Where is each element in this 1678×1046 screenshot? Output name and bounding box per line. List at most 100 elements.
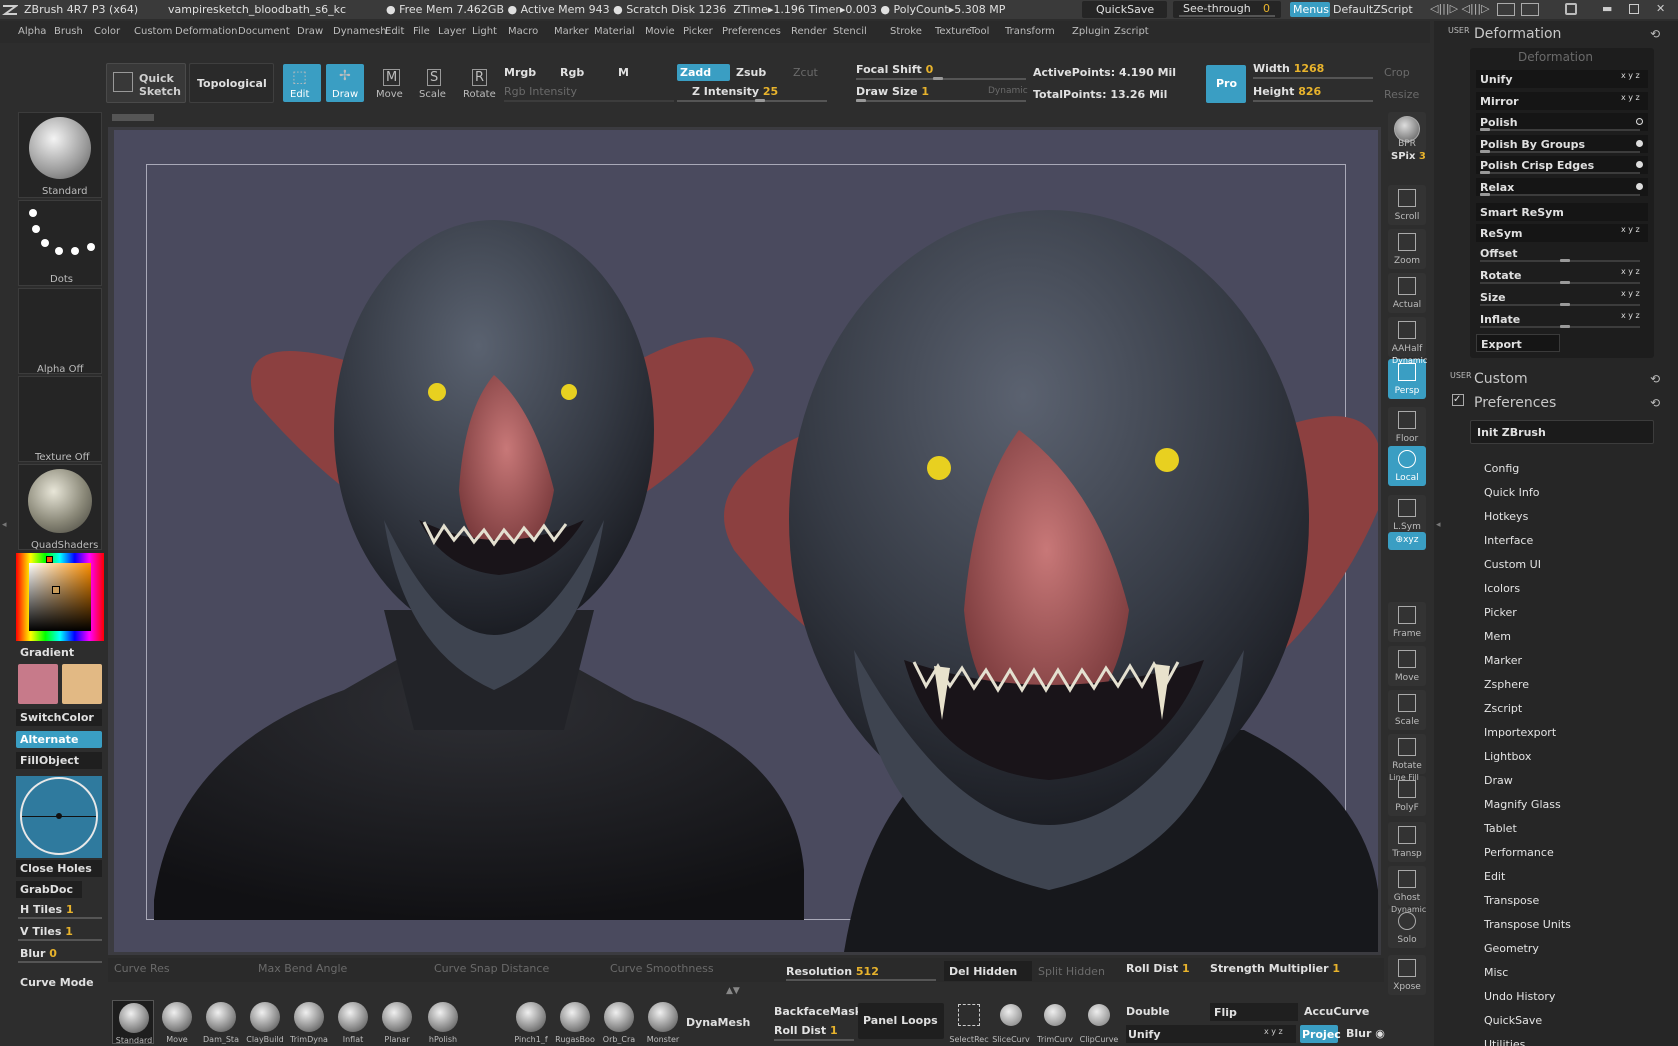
- pref-mem[interactable]: Mem: [1484, 630, 1511, 643]
- deform-slider-knob[interactable]: [1480, 171, 1490, 174]
- draw-size-slider[interactable]: Draw Size 1: [856, 86, 929, 97]
- menu-alpha[interactable]: Alpha: [18, 27, 46, 37]
- rotate-mode-button[interactable]: R Rotate: [460, 66, 498, 102]
- xyz-toggle[interactable]: x y z: [1621, 268, 1640, 276]
- split-hidden-button[interactable]: Split Hidden: [1038, 966, 1105, 977]
- unify-button[interactable]: Unify x y z: [1126, 1025, 1296, 1043]
- menu-dynamesh[interactable]: Dynamesh: [333, 27, 387, 37]
- menu-picker[interactable]: Picker: [683, 27, 713, 37]
- brush-trimdyna[interactable]: TrimDyna: [288, 1000, 330, 1044]
- roll-dist-slider-top[interactable]: Roll Dist 1: [1126, 963, 1190, 974]
- pref-picker[interactable]: Picker: [1484, 606, 1517, 619]
- zbrush-logo-icon[interactable]: [1, 2, 20, 16]
- mrgb-button[interactable]: Mrgb: [504, 67, 536, 78]
- deform-rotate[interactable]: Rotate x y z: [1476, 266, 1648, 284]
- pref-importexport[interactable]: Importexport: [1484, 726, 1556, 739]
- restore-icon[interactable]: [1629, 4, 1639, 14]
- minimize-icon[interactable]: ▬: [1602, 3, 1612, 14]
- menu-zscript[interactable]: Zscript: [1114, 27, 1149, 37]
- menu-draw[interactable]: Draw: [297, 27, 323, 37]
- deform-polish[interactable]: Polish: [1476, 113, 1648, 131]
- deform-offset[interactable]: Offset: [1476, 244, 1648, 262]
- zoom-button[interactable]: Zoom: [1388, 229, 1426, 269]
- deform-relax[interactable]: Relax: [1476, 178, 1648, 196]
- default-zscript[interactable]: DefaultZScript: [1333, 4, 1413, 15]
- blur-toggle[interactable]: Blur ◉: [1346, 1028, 1385, 1039]
- fillobject-button[interactable]: FillObject: [16, 752, 102, 769]
- preferences-palette-title[interactable]: Preferences: [1474, 396, 1556, 410]
- draw-size-knob[interactable]: [856, 99, 866, 102]
- bpr-button[interactable]: BPR: [1388, 112, 1426, 152]
- gradient-button[interactable]: Gradient: [20, 647, 74, 658]
- pref-lightbox[interactable]: Lightbox: [1484, 750, 1531, 763]
- xyz-toggle[interactable]: x y z: [1621, 226, 1640, 234]
- dynamic-toggle[interactable]: Dynamic: [988, 87, 1028, 96]
- project-button[interactable]: Projec: [1300, 1025, 1341, 1043]
- close-icon[interactable]: ✕: [1656, 3, 1665, 14]
- del-hidden-button[interactable]: Del Hidden: [944, 961, 1032, 981]
- close-holes-button[interactable]: Close Holes: [16, 860, 102, 877]
- edit-mode-button[interactable]: ⬚ Edit: [283, 64, 321, 102]
- spix-slider[interactable]: SPix 3: [1391, 152, 1426, 162]
- panel-loops-button[interactable]: Panel Loops: [858, 1003, 944, 1039]
- backfacemask-button[interactable]: BackfaceMask: [774, 1006, 862, 1017]
- crop-button[interactable]: Crop: [1384, 67, 1410, 78]
- brush-pinch1-f[interactable]: Pinch1_f: [510, 1000, 552, 1044]
- brush-standard[interactable]: Standard: [112, 1000, 154, 1045]
- see-through-slider[interactable]: See-through 0: [1173, 1, 1281, 18]
- alternate-button[interactable]: Alternate: [16, 731, 102, 748]
- menu-macro[interactable]: Macro: [508, 27, 538, 37]
- bottom-expand-arrows-icon[interactable]: ▲▼: [726, 986, 754, 996]
- xyz-toggle[interactable]: x y z: [1621, 290, 1640, 298]
- pref-undo-history[interactable]: Undo History: [1484, 990, 1555, 1003]
- menu-zplugin[interactable]: Zplugin: [1072, 27, 1110, 37]
- document-canvas[interactable]: [114, 130, 1378, 952]
- brush-rugasboo[interactable]: RugasBoo: [554, 1000, 596, 1044]
- double-button[interactable]: Double: [1126, 1006, 1170, 1017]
- curve-res-slider[interactable]: Curve Res: [114, 963, 170, 974]
- deform-inflate[interactable]: Inflate x y z: [1476, 310, 1648, 328]
- frame-button[interactable]: Frame: [1388, 602, 1426, 642]
- move-mode-button[interactable]: M Move: [373, 66, 409, 102]
- menu-material[interactable]: Material: [594, 27, 635, 37]
- deform-slider-track[interactable]: [1480, 129, 1640, 131]
- brush-dam-sta[interactable]: Dam_Sta: [200, 1000, 242, 1044]
- roll-dist-slider[interactable]: Roll Dist 1: [774, 1025, 838, 1036]
- move-view-button[interactable]: Move: [1388, 646, 1426, 686]
- deform-slider-knob[interactable]: [1560, 303, 1570, 306]
- pref-tablet[interactable]: Tablet: [1484, 822, 1517, 835]
- scroll-button[interactable]: Scroll: [1388, 185, 1426, 225]
- pref-draw[interactable]: Draw: [1484, 774, 1513, 787]
- pref-transpose-units[interactable]: Transpose Units: [1484, 918, 1571, 931]
- rgb-intensity-slider[interactable]: Rgb Intensity: [504, 86, 577, 97]
- deform-smart-resym[interactable]: Smart ReSym: [1476, 203, 1648, 221]
- pref-misc[interactable]: Misc: [1484, 966, 1508, 979]
- menu-movie[interactable]: Movie: [645, 27, 675, 37]
- deform-slider-track[interactable]: [1480, 172, 1640, 174]
- polyf-button[interactable]: PolyF: [1388, 776, 1426, 816]
- brush-hpolish[interactable]: hPolish: [422, 1000, 464, 1044]
- ghost-button[interactable]: Ghost: [1388, 866, 1426, 906]
- pref-marker[interactable]: Marker: [1484, 654, 1522, 667]
- toggle-dot-icon[interactable]: [1636, 140, 1643, 147]
- menu-stroke[interactable]: Stroke: [890, 27, 922, 37]
- solo-button[interactable]: Solo: [1388, 908, 1426, 948]
- zsub-button[interactable]: Zsub: [736, 67, 766, 78]
- aahalf-button[interactable]: AAHalf: [1388, 317, 1426, 357]
- deform-resym[interactable]: ReSym x y z: [1476, 224, 1648, 242]
- menu-brush[interactable]: Brush: [54, 27, 83, 37]
- focal-shift-slider[interactable]: Focal Shift 0: [856, 64, 933, 75]
- grabdoc-button[interactable]: GrabDoc: [16, 881, 82, 898]
- pref-quick-info[interactable]: Quick Info: [1484, 486, 1539, 499]
- toggle-dot-icon[interactable]: [1636, 161, 1643, 168]
- resolution-slider[interactable]: Resolution 512: [786, 966, 879, 977]
- lsym-button[interactable]: L.Sym: [1388, 495, 1426, 535]
- pref-zsphere[interactable]: Zsphere: [1484, 678, 1529, 691]
- brush-inflat[interactable]: Inflat: [332, 1000, 374, 1044]
- h-tiles-slider[interactable]: H Tiles 1: [20, 904, 74, 915]
- brush-selector[interactable]: Standard: [18, 112, 102, 198]
- color-picker-square[interactable]: [29, 563, 91, 631]
- navigation-gizmo[interactable]: [16, 776, 102, 858]
- canvas-scroll-handle[interactable]: [112, 114, 154, 121]
- z-intensity-slider[interactable]: Z Intensity 25: [692, 86, 778, 97]
